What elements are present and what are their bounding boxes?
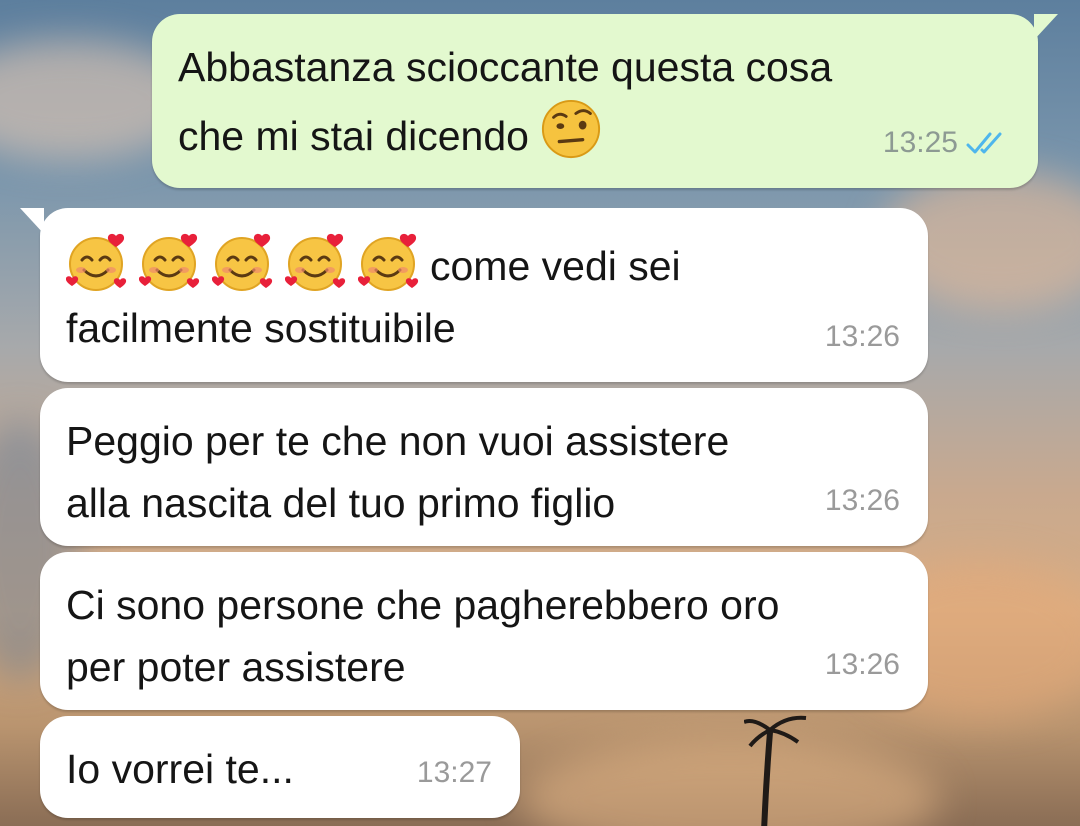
message-line: che mi stai dicendo xyxy=(178,98,1010,167)
message-line: alla nascita del tuo primo figlio xyxy=(66,480,616,526)
palm-tree-silhouette xyxy=(744,715,807,826)
message-line: Ci sono persone che pagherebbero oro xyxy=(66,582,780,628)
message-bubble-incoming[interactable]: Peggio per te che non vuoi assistere all… xyxy=(40,388,928,546)
message-text: Ci sono persone che pagherebbero oro per… xyxy=(66,574,900,698)
smiling-face-with-hearts-icon xyxy=(212,233,273,291)
message-line: facilmente sostituibile xyxy=(66,305,456,351)
message-line: Peggio per te che non vuoi assistere xyxy=(66,418,730,464)
face-with-raised-eyebrow-icon xyxy=(542,99,601,159)
message-bubble-incoming[interactable]: Ci sono persone che pagherebbero oro per… xyxy=(40,552,928,710)
message-bubble-incoming[interactable]: come vedi sei facilmente sostituibile 13… xyxy=(20,208,928,382)
message-line: Abbastanza scioccante questa cosa xyxy=(178,44,833,90)
smiling-face-with-hearts-icon xyxy=(66,233,127,291)
message-line: come vedi sei xyxy=(66,230,900,297)
message-line: Io vorrei te... xyxy=(66,746,294,792)
message-text: Peggio per te che non vuoi assistere all… xyxy=(66,410,900,534)
message-text: come vedi sei facilmente sostituibile xyxy=(66,230,900,359)
message-line: per poter assistere xyxy=(66,644,406,690)
wallpaper-cloud xyxy=(520,740,940,826)
message-text: Abbastanza scioccante questa cosa che mi… xyxy=(178,36,1010,167)
emoji-sequence xyxy=(66,230,422,294)
smiling-face-with-hearts-icon xyxy=(139,233,200,291)
smiling-face-with-hearts-icon xyxy=(285,233,346,291)
message-bubble-outgoing[interactable]: Abbastanza scioccante questa cosa che mi… xyxy=(152,14,1058,188)
smiling-face-with-hearts-icon xyxy=(358,233,419,291)
bubble-tail xyxy=(20,208,44,234)
message-bubble-incoming[interactable]: Io vorrei te... 13:27 xyxy=(40,716,520,818)
bubble-tail xyxy=(1034,14,1058,40)
message-text: Io vorrei te... xyxy=(66,738,492,800)
